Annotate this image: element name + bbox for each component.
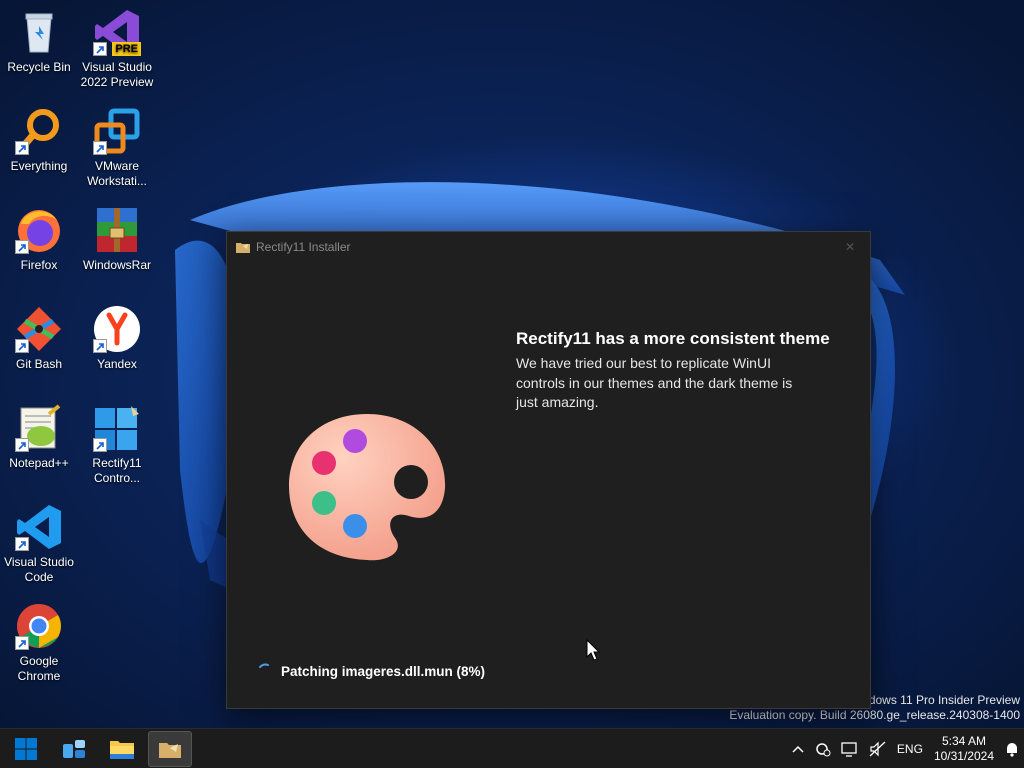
desktop-icon-everything[interactable]: Everything xyxy=(0,107,78,174)
clock[interactable]: 5:34 AM 10/31/2024 xyxy=(928,734,1000,764)
desktop-icon-label: WindowsRar xyxy=(82,258,151,272)
installer-app-icon xyxy=(236,243,250,253)
show-hidden-icons-button[interactable] xyxy=(786,729,810,768)
bell-icon xyxy=(1007,742,1017,757)
desktop-icon-label: Git Bash xyxy=(15,357,63,371)
desktop-icon-chrome[interactable]: Google Chrome xyxy=(0,602,78,684)
volume-button[interactable] xyxy=(864,729,892,768)
taskbar: ENG 5:34 AM 10/31/2024 xyxy=(0,728,1024,768)
desktop-icon-label: Rectify11 Contro... xyxy=(92,456,142,485)
window-title: Rectify11 Installer xyxy=(256,240,351,254)
installer-window[interactable]: Rectify11 Installer ✕ Rectify11 has a mo… xyxy=(226,231,871,709)
shortcut-arrow-icon xyxy=(15,438,29,452)
progress-text: Patching imageres.dll.mun (8%) xyxy=(281,663,486,679)
installer-description: We have tried our best to replicate WinU… xyxy=(516,355,793,410)
close-icon: ✕ xyxy=(844,240,856,254)
chevron-up-icon xyxy=(792,745,804,753)
mouse-cursor-icon xyxy=(586,639,601,661)
window-titlebar[interactable]: Rectify11 Installer ✕ xyxy=(227,232,870,262)
progress-status: Patching imageres.dll.mun (8%) xyxy=(257,663,485,679)
file-explorer-button[interactable] xyxy=(100,731,144,767)
desktop-icon-recycle-bin[interactable]: Recycle Bin xyxy=(0,8,78,75)
desktop-icon-label: VMware Workstati... xyxy=(87,159,147,188)
git-bash-icon xyxy=(15,305,63,353)
start-icon xyxy=(15,737,37,760)
desktop-icon-rectify11-control[interactable]: Rectify11 Contro... xyxy=(78,404,156,486)
clock-date: 10/31/2024 xyxy=(933,748,994,763)
desktop-icon-visual-studio-preview[interactable]: PRE Visual Studio 2022 Preview xyxy=(78,8,156,90)
shortcut-arrow-icon xyxy=(93,438,107,452)
start-button[interactable] xyxy=(4,731,48,767)
vmware-icon xyxy=(93,107,141,155)
desktop-icon-label: Recycle Bin xyxy=(7,60,71,74)
desktop-icon-label: Visual Studio 2022 Preview xyxy=(80,60,154,89)
rectify11-installer-taskbar-button[interactable] xyxy=(148,730,192,767)
desktop-icon-notepad-plus-plus[interactable]: Notepad++ xyxy=(0,404,78,471)
shortcut-arrow-icon xyxy=(93,339,107,353)
desktop-icon-label: Yandex xyxy=(97,357,137,371)
tray-settings-button[interactable] xyxy=(810,729,836,768)
network-icon xyxy=(841,741,857,757)
winrar-icon xyxy=(93,206,141,254)
everything-search-icon xyxy=(15,107,63,155)
gear-alert-icon xyxy=(816,742,831,756)
shortcut-arrow-icon xyxy=(15,339,29,353)
shortcut-arrow-icon xyxy=(15,141,29,155)
shortcut-arrow-icon xyxy=(15,636,29,650)
desktop-icon-vscode[interactable]: Visual Studio Code xyxy=(0,503,78,585)
watermark-build: Evaluation copy. Build 26080.ge_release.… xyxy=(729,708,1020,722)
volume-muted-icon xyxy=(869,741,886,756)
preview-badge: PRE xyxy=(112,42,141,56)
widgets-icon xyxy=(63,739,85,758)
shortcut-arrow-icon xyxy=(93,141,107,155)
widgets-button[interactable] xyxy=(52,731,96,767)
desktop-icon-label: Everything xyxy=(10,159,68,173)
rectify11-control-icon xyxy=(93,404,141,452)
notepad-plus-plus-icon xyxy=(15,404,63,452)
desktop-icon-vmware[interactable]: VMware Workstati... xyxy=(78,107,156,189)
desktop-icon-firefox[interactable]: Firefox xyxy=(0,206,78,273)
vscode-icon xyxy=(15,503,63,551)
desktop-icon-yandex[interactable]: Yandex xyxy=(78,305,156,372)
shortcut-arrow-icon xyxy=(93,42,107,56)
network-button[interactable] xyxy=(836,729,864,768)
desktop-icon-label: Notepad++ xyxy=(9,456,69,470)
desktop-icon-label: Visual Studio Code xyxy=(4,555,74,584)
language-indicator[interactable]: ENG xyxy=(892,729,928,768)
visual-studio-preview-icon: PRE xyxy=(93,8,141,56)
clock-time: 5:34 AM xyxy=(941,733,986,748)
yandex-icon xyxy=(93,305,141,353)
installer-heading: Rectify11 has a more consistent theme xyxy=(516,329,830,348)
chrome-icon xyxy=(15,602,63,650)
notifications-button[interactable] xyxy=(1000,729,1024,768)
rectify11-installer-icon xyxy=(159,742,181,758)
paint-palette-illustration xyxy=(289,414,446,561)
system-tray: ENG 5:34 AM 10/31/2024 xyxy=(786,729,1024,768)
desktop-icon-label: Google Chrome xyxy=(17,654,61,683)
close-button[interactable]: ✕ xyxy=(830,232,870,262)
file-explorer-icon xyxy=(110,740,134,759)
desktop-icon-git-bash[interactable]: Git Bash xyxy=(0,305,78,372)
shortcut-arrow-icon xyxy=(15,240,29,254)
recycle-bin-icon xyxy=(15,8,63,56)
firefox-icon xyxy=(15,206,63,254)
desktop-icon-label: Firefox xyxy=(20,258,58,272)
shortcut-arrow-icon xyxy=(15,537,29,551)
loading-spinner-icon xyxy=(259,663,269,668)
desktop-icon-winrar[interactable]: WindowsRar xyxy=(78,206,156,273)
